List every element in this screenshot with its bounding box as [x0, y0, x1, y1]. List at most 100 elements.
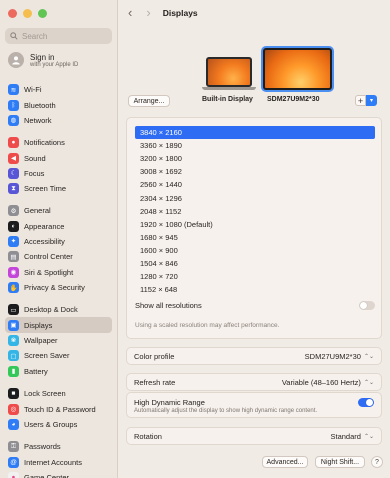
sidebar-item-bluetooth[interactable]: ᛒ Bluetooth	[5, 97, 112, 112]
at-icon: @	[8, 456, 19, 468]
add-display-button[interactable]: +	[355, 95, 366, 106]
sidebar-item-wi-fi[interactable]: ≋ Wi-Fi	[5, 82, 112, 97]
toolbar: ‹ › Displays	[128, 6, 198, 19]
sidebar-item-label: Notifications	[24, 138, 65, 148]
rotation-value[interactable]: Standard	[330, 432, 360, 441]
sidebar-item-game-center[interactable]: ● Game Center	[5, 470, 112, 478]
updown-chevron-icon: ⌃⌄	[363, 379, 374, 386]
resolution-option[interactable]: 1504 × 846	[135, 257, 375, 270]
resolution-option[interactable]: 2304 × 1296	[135, 191, 375, 204]
resolution-option[interactable]: 3360 × 1890	[135, 139, 375, 152]
forward-chevron-icon[interactable]: ›	[146, 6, 150, 19]
color-profile-label: Color profile	[134, 351, 175, 361]
sidebar-item-label: Screen Saver	[24, 351, 70, 361]
wifi-icon: ≋	[8, 84, 19, 96]
sidebar-item-label: Focus	[24, 168, 45, 178]
sidebar-item-touch-id-password[interactable]: ◎ Touch ID & Password	[5, 401, 112, 416]
show-all-resolutions-toggle[interactable]	[359, 301, 375, 310]
sidebar-item-users-groups[interactable]: ◕ Users & Groups	[5, 417, 112, 432]
hdr-description: Automatically adjust the display to show…	[134, 408, 318, 414]
advanced-button[interactable]: Advanced...	[262, 456, 308, 468]
apple-id-signin[interactable]: Sign in with your Apple ID	[8, 52, 78, 68]
search-field[interactable]	[5, 28, 112, 44]
chevron-down-icon[interactable]: ▾	[366, 95, 377, 106]
add-display-control[interactable]: + ▾	[355, 95, 377, 106]
refresh-rate-row[interactable]: Refresh rate Variable (48–160 Hertz) ⌃⌄	[126, 373, 382, 391]
sidebar-item-screen-time[interactable]: ⧗ Screen Time	[5, 181, 112, 196]
sidebar-item-notifications[interactable]: ● Notifications	[5, 135, 112, 150]
color-profile-row[interactable]: Color profile SDM27U9M2*30 ⌃⌄	[126, 347, 382, 365]
help-button[interactable]: ?	[371, 456, 383, 468]
night-shift-button[interactable]: Night Shift...	[315, 456, 365, 468]
sidebar-item-label: Network	[24, 115, 52, 125]
signin-subtitle: with your Apple ID	[30, 61, 79, 68]
sidebar-item-passwords[interactable]: ⚿ Passwords	[5, 439, 112, 454]
rotation-label: Rotation	[134, 431, 162, 441]
resolution-option[interactable]: 3008 × 1692	[135, 165, 375, 178]
external-display-thumbnail[interactable]	[263, 48, 332, 90]
sidebar-item-siri-spotlight[interactable]: ◉ Siri & Spotlight	[5, 265, 112, 280]
sidebar-item-sound[interactable]: ◀ Sound	[5, 150, 112, 165]
refresh-rate-value[interactable]: Variable (48–160 Hertz)	[282, 378, 361, 387]
sidebar-item-label: Desktop & Dock	[24, 305, 78, 315]
sidebar-item-label: Privacy & Security	[24, 283, 85, 293]
minimize-window-button[interactable]	[23, 9, 32, 18]
dock-icon: ▭	[8, 304, 19, 316]
lock-icon: ■	[8, 388, 19, 400]
person-icon	[12, 56, 20, 65]
resolution-option[interactable]: 1680 × 945	[135, 231, 375, 244]
bell-icon: ●	[8, 137, 19, 149]
close-window-button[interactable]	[8, 9, 17, 18]
resolution-option[interactable]: 3200 × 1800	[135, 152, 375, 165]
arrange-button[interactable]: Arrange...	[128, 95, 170, 107]
resolution-option[interactable]: 1920 × 1080 (Default)	[135, 218, 375, 231]
resolution-option[interactable]: 1600 × 900	[135, 244, 375, 257]
sidebar-item-displays[interactable]: ▣ Displays	[5, 317, 112, 333]
network-icon: ◍	[8, 114, 19, 126]
sidebar-item-appearance[interactable]: ◐ Appearance	[5, 218, 112, 233]
zoom-window-button[interactable]	[38, 9, 47, 18]
sidebar-item-label: Game Center	[24, 472, 70, 478]
resolution-option[interactable]: 3840 × 2160	[135, 126, 375, 140]
color-profile-value[interactable]: SDM27U9M2*30	[305, 352, 361, 361]
resolution-option[interactable]: 1280 × 720	[135, 270, 375, 283]
signin-title: Sign in	[30, 52, 55, 62]
sidebar-item-privacy-security[interactable]: ✋ Privacy & Security	[5, 280, 112, 295]
resolution-option[interactable]: 2048 × 1152	[135, 205, 375, 218]
sidebar-item-lock-screen[interactable]: ■ Lock Screen	[5, 386, 112, 401]
sidebar-item-wallpaper[interactable]: ❀ Wallpaper	[5, 333, 112, 348]
resolution-option[interactable]: 2560 × 1440	[135, 178, 375, 191]
sidebar-item-screen-saver[interactable]: ▢ Screen Saver	[5, 348, 112, 363]
wallpaper-icon: ❀	[8, 334, 19, 346]
sidebar-item-desktop-dock[interactable]: ▭ Desktop & Dock	[5, 302, 112, 317]
appearance-icon: ◐	[8, 220, 19, 232]
sidebar-item-internet-accounts[interactable]: @ Internet Accounts	[5, 454, 112, 469]
display-icon: ▣	[8, 319, 19, 331]
window-controls	[8, 9, 47, 18]
battery-icon: ▮	[8, 365, 19, 377]
sidebar-item-accessibility[interactable]: ✦ Accessibility	[5, 234, 112, 249]
sidebar-item-network[interactable]: ◍ Network	[5, 113, 112, 128]
updown-chevron-icon: ⌃⌄	[363, 353, 374, 360]
show-all-resolutions-label: Show all resolutions	[135, 301, 202, 310]
search-input[interactable]	[22, 31, 108, 41]
game-center-icon: ●	[8, 471, 19, 478]
accessibility-icon: ✦	[8, 235, 19, 247]
resolution-option[interactable]: 1152 × 648	[135, 283, 375, 296]
sidebar-group: ● Notifications ◀ Sound ☾ Focus ⧗ Screen Time	[5, 135, 112, 197]
avatar	[8, 52, 24, 68]
search-icon	[10, 32, 18, 40]
hdr-toggle[interactable]	[358, 398, 374, 407]
hourglass-icon: ⧗	[8, 183, 19, 195]
builtin-display-thumbnail[interactable]	[206, 57, 252, 87]
sidebar-item-general[interactable]: ⚙ General	[5, 203, 112, 218]
hand-icon: ✋	[8, 282, 19, 294]
rotation-row[interactable]: Rotation Standard ⌃⌄	[126, 427, 382, 445]
back-chevron-icon[interactable]: ‹	[128, 6, 132, 19]
external-display-label[interactable]: SDM27U9M2*30	[267, 96, 320, 103]
sidebar-item-control-center[interactable]: ▤ Control Center	[5, 249, 112, 264]
sidebar-item-focus[interactable]: ☾ Focus	[5, 166, 112, 181]
builtin-display-label[interactable]: Built-in Display	[202, 96, 253, 103]
sidebar-item-battery[interactable]: ▮ Battery	[5, 364, 112, 379]
control-center-icon: ▤	[8, 251, 19, 263]
